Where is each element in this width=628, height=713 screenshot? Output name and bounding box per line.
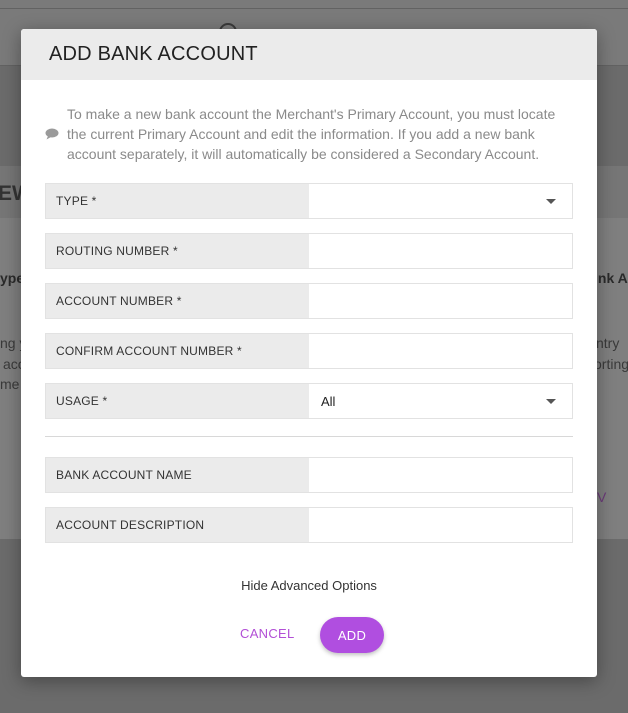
- add-bank-account-dialog: ADD BANK ACCOUNT To make a new bank acco…: [21, 29, 597, 677]
- background-label-fragment-right: ink A: [594, 270, 628, 286]
- confirm-account-number-label: CONFIRM ACCOUNT NUMBER *: [46, 334, 309, 368]
- confirm-account-number-field: CONFIRM ACCOUNT NUMBER *: [45, 333, 573, 369]
- background-link-fragment: V: [597, 489, 607, 505]
- usage-select-value: All: [321, 393, 336, 409]
- background-topbar-line: [0, 8, 628, 9]
- section-divider: [45, 436, 573, 437]
- confirm-account-number-input[interactable]: [309, 334, 572, 368]
- background-text-right-1: ntry: [596, 335, 620, 351]
- type-label: TYPE *: [46, 184, 309, 218]
- dialog-title: ADD BANK ACCOUNT: [49, 43, 258, 65]
- dialog-header: ADD BANK ACCOUNT: [21, 29, 597, 80]
- comment-icon: [45, 128, 59, 140]
- usage-field: USAGE * All: [45, 383, 573, 419]
- routing-number-label: ROUTING NUMBER *: [46, 234, 309, 268]
- routing-number-input[interactable]: [309, 234, 572, 268]
- routing-number-field: ROUTING NUMBER *: [45, 233, 573, 269]
- add-button[interactable]: ADD: [320, 617, 384, 653]
- account-number-input[interactable]: [309, 284, 572, 318]
- bank-account-name-label: BANK ACCOUNT NAME: [46, 458, 309, 492]
- cancel-button[interactable]: CANCEL: [240, 626, 295, 641]
- hide-advanced-options-link[interactable]: Hide Advanced Options: [21, 578, 597, 593]
- account-number-field: ACCOUNT NUMBER *: [45, 283, 573, 319]
- type-field: TYPE *: [45, 183, 573, 219]
- info-text: To make a new bank account the Merchant'…: [67, 106, 556, 162]
- type-select[interactable]: [309, 184, 572, 218]
- background-text-right-2: orting: [594, 356, 628, 372]
- usage-select[interactable]: All: [309, 384, 572, 418]
- account-description-label: ACCOUNT DESCRIPTION: [46, 508, 309, 542]
- usage-label: USAGE *: [46, 384, 309, 418]
- chevron-down-icon: [546, 199, 556, 204]
- chevron-down-icon: [546, 399, 556, 404]
- account-number-label: ACCOUNT NUMBER *: [46, 284, 309, 318]
- bank-account-name-input[interactable]: [309, 458, 572, 492]
- account-description-input[interactable]: [309, 508, 572, 542]
- background-text-left-3: me: [0, 376, 20, 392]
- bank-account-name-field: BANK ACCOUNT NAME: [45, 457, 573, 493]
- account-description-field: ACCOUNT DESCRIPTION: [45, 507, 573, 543]
